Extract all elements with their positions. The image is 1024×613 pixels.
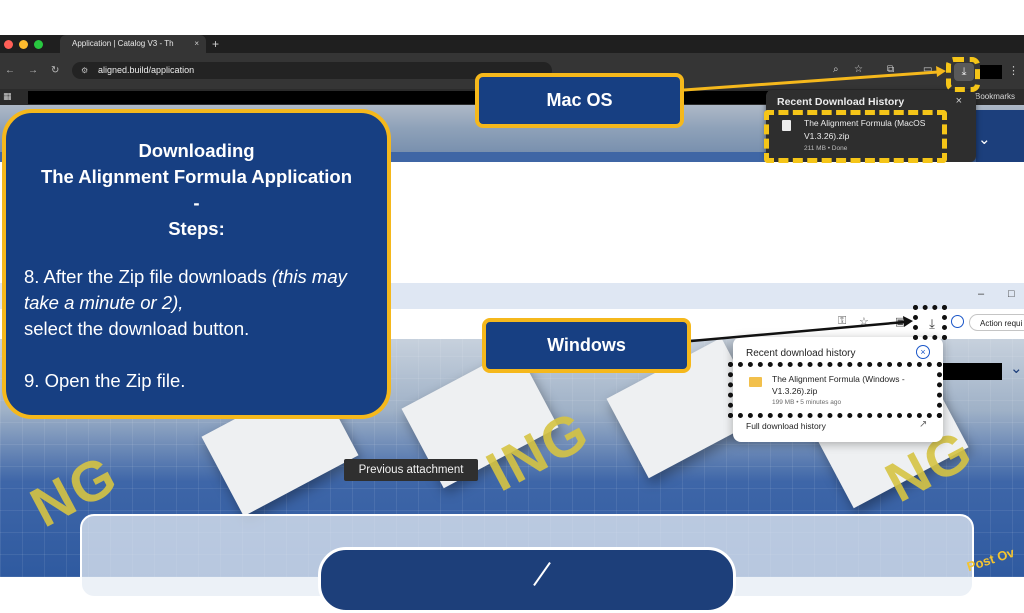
step-8-text: 8. After the Zip file downloads [24,266,272,287]
windows-arrow-head [903,316,913,327]
steps-instruction-box: Downloading The Alignment Formula Applic… [2,109,391,419]
steps-body: 8. After the Zip file downloads (this ma… [24,264,374,394]
steps-heading-line3: Steps: [168,218,225,239]
step-8-action: select the download button. [24,318,250,339]
steps-heading: Downloading The Alignment Formula Applic… [6,138,387,242]
steps-heading-line2: The Alignment Formula Application [40,166,353,187]
mac-arrow-head [936,66,946,77]
steps-heading-line1: Downloading [138,140,255,161]
mac-os-callout: Mac OS [475,73,684,128]
steps-heading-separator: - [193,192,200,213]
windows-callout: Windows [482,318,691,373]
step-8: 8. After the Zip file downloads (this ma… [24,264,374,342]
step-9: 9. Open the Zip file. [24,370,186,391]
mac-callout-arrow [683,70,939,92]
windows-callout-arrow [690,320,906,343]
